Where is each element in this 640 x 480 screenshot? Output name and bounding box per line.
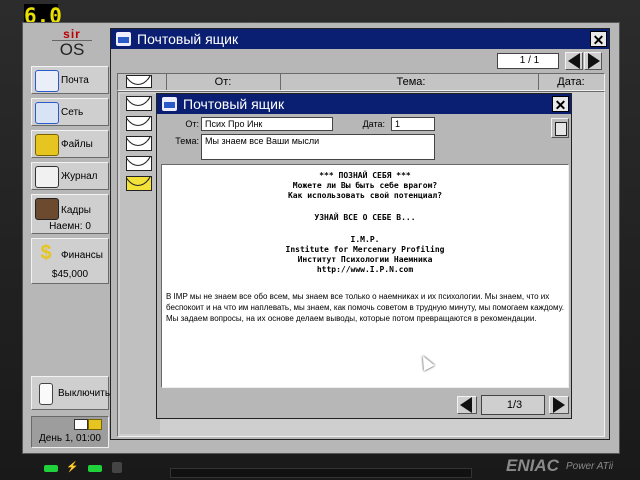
sidebar-item-files[interactable]: Файлы — [31, 130, 109, 158]
message-titlebar: Почтовый ящик ✕ — [157, 94, 571, 114]
prev-page-button[interactable] — [457, 396, 477, 414]
model-name: Power ATii — [566, 461, 614, 472]
column-divider — [538, 74, 539, 90]
sidebar-item-personnel[interactable]: Кадры Наемн: 0 — [31, 194, 109, 234]
disk-led — [88, 465, 102, 472]
battery-icon: ⚡ — [66, 462, 79, 473]
body-paragraph: В IMP мы не знаем все обо всем, мы знаем… — [166, 292, 565, 323]
url-link[interactable]: http://www.I.P.N.com — [162, 265, 568, 275]
sidebar-item-network[interactable]: Сеть — [31, 98, 109, 126]
message-window: Почтовый ящик ✕ От: Псих Про Инк Дата: 1… — [156, 93, 572, 419]
sidebar-item-mail[interactable]: Почта — [31, 66, 109, 94]
envelope-icon[interactable] — [126, 116, 152, 131]
book-icon — [35, 166, 59, 188]
close-button[interactable]: ✕ — [552, 96, 569, 113]
arrow-left-icon — [568, 53, 580, 69]
sidebar-item-label: Журнал — [61, 171, 98, 182]
from-label: От: — [185, 119, 199, 129]
column-divider — [280, 74, 281, 90]
date-label: Дата: — [362, 119, 385, 129]
hinge — [170, 468, 472, 478]
from-field: Псих Про Инк — [201, 117, 333, 131]
body-line: I.M.P. — [350, 235, 380, 244]
arrow-left-icon — [460, 397, 472, 413]
subject-field: Мы знаем все Ваши мысли — [201, 134, 435, 160]
sidebar-item-journal[interactable]: Журнал — [31, 162, 109, 190]
mail-column-header: От: Тема: Дата: — [117, 73, 605, 91]
logo-os: OS — [52, 40, 92, 59]
col-subject-header[interactable]: Тема: — [282, 76, 540, 88]
power-led — [44, 465, 58, 472]
dollar-icon: $ — [40, 242, 52, 264]
col-from-header[interactable]: От: — [168, 76, 278, 88]
sir-os-logo: sir OS — [52, 28, 92, 59]
network-icon — [35, 102, 59, 124]
body-line: Как использовать свой потенциал? — [287, 191, 443, 200]
envelope-icon[interactable] — [126, 156, 152, 171]
envelope-icon — [126, 75, 152, 88]
body-line: Можете ли Вы быть себе врагом? — [292, 181, 438, 190]
clock-panel: День 1, 01:00 — [31, 416, 109, 448]
drive-icon — [112, 462, 122, 473]
next-page-button[interactable] — [584, 52, 602, 70]
prev-page-button[interactable] — [565, 52, 583, 70]
mail-icon — [35, 70, 59, 92]
folder-notify-icon — [88, 419, 102, 430]
game-clock: День 1, 01:00 — [39, 433, 101, 444]
sidebar-item-label: Финансы — [61, 250, 103, 261]
balance-value: $45,000 — [51, 269, 89, 280]
body-line: Institute for Mercenary Profiling — [285, 245, 445, 254]
body-line: Институт Психологии Наемника — [297, 255, 433, 264]
mailbox-titlebar: Почтовый ящик ✕ — [111, 29, 609, 49]
message-title-icon — [162, 97, 177, 111]
body-line: *** ПОЗНАЙ СЕБЯ *** — [319, 171, 411, 180]
mouse-cursor-icon — [417, 353, 435, 371]
next-page-button[interactable] — [549, 396, 569, 414]
shutdown-label: Выключить — [58, 388, 111, 399]
mailbox-title-icon — [116, 32, 131, 46]
mailbox-page-indicator: 1 / 1 — [497, 53, 559, 69]
arrow-right-icon — [553, 397, 565, 413]
envelope-icon[interactable] — [126, 96, 152, 111]
sidebar-item-label: Почта — [61, 75, 89, 86]
date-field: 1 — [391, 117, 435, 131]
unread-envelope-icon[interactable] — [126, 176, 152, 191]
power-switch-icon — [39, 383, 53, 405]
hired-count: Наемн: 0 — [49, 221, 91, 232]
folder-icon — [35, 134, 59, 156]
sidebar-item-label: Сеть — [61, 107, 84, 118]
sidebar-item-label: Кадры — [61, 205, 91, 216]
sidebar-item-finances[interactable]: $ Финансы $45,000 — [31, 238, 109, 284]
col-date-header[interactable]: Дата: — [540, 76, 602, 88]
window-title: Почтовый ящик — [137, 31, 239, 47]
message-page-indicator: 1/3 — [481, 395, 545, 415]
trash-icon — [555, 122, 567, 136]
sidebar: sir OS Почта Сеть Файлы Журнал Кадры Нае… — [26, 26, 114, 448]
close-button[interactable]: ✕ — [590, 31, 607, 48]
portrait-icon — [35, 198, 59, 220]
envelope-icon[interactable] — [126, 136, 152, 151]
column-divider — [166, 74, 167, 90]
sidebar-item-label: Файлы — [61, 139, 93, 150]
delete-button[interactable] — [551, 118, 569, 138]
arrow-right-icon — [588, 53, 600, 69]
shutdown-button[interactable]: Выключить — [31, 376, 111, 410]
subject-label: Тема: — [175, 136, 199, 146]
body-line: УЗНАЙ ВСЕ О СЕБЕ В... — [314, 213, 416, 222]
brand-logo: ENIAC — [506, 456, 559, 475]
message-body: *** ПОЗНАЙ СЕБЯ *** Можете ли Вы быть се… — [161, 164, 569, 388]
col-icon-header — [122, 75, 158, 89]
window-title: Почтовый ящик — [183, 96, 285, 112]
logo-sir: sir — [63, 27, 81, 41]
mail-notify-icon — [74, 419, 88, 430]
